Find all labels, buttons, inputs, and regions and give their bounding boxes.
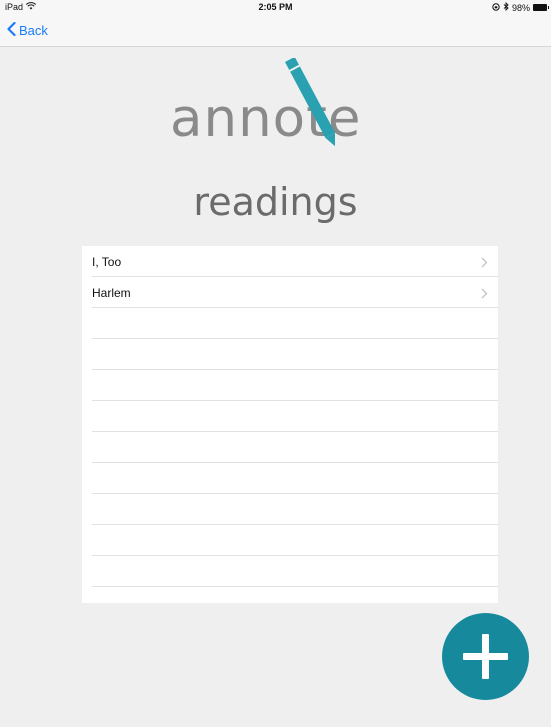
app-logo: annote bbox=[160, 56, 420, 168]
reading-row[interactable]: Harlem bbox=[82, 277, 498, 308]
navigation-bar: Back bbox=[0, 14, 551, 47]
pencil-icon bbox=[265, 56, 337, 168]
back-label: Back bbox=[19, 23, 48, 38]
empty-row bbox=[82, 339, 498, 370]
empty-row bbox=[82, 556, 498, 587]
status-right: 98% bbox=[492, 1, 549, 13]
orientation-lock-icon bbox=[492, 2, 500, 13]
empty-row bbox=[82, 432, 498, 463]
battery-percent: 98% bbox=[511, 2, 530, 13]
status-bar: iPad 2:05 PM 98% bbox=[0, 0, 551, 14]
page-title: readings bbox=[193, 180, 358, 224]
empty-row bbox=[82, 525, 498, 556]
reading-title: I, Too bbox=[92, 255, 122, 269]
row-separator bbox=[92, 586, 498, 587]
bluetooth-icon bbox=[503, 1, 509, 13]
empty-row bbox=[82, 308, 498, 339]
add-reading-button[interactable] bbox=[442, 613, 529, 700]
chevron-right-icon bbox=[481, 255, 488, 273]
chevron-left-icon bbox=[7, 21, 16, 39]
reading-row[interactable]: I, Too bbox=[82, 246, 498, 277]
plus-icon bbox=[442, 634, 529, 704]
empty-row bbox=[82, 401, 498, 432]
empty-row bbox=[82, 370, 498, 401]
empty-row bbox=[82, 463, 498, 494]
battery-icon bbox=[533, 4, 549, 11]
chevron-right-icon bbox=[481, 286, 488, 304]
back-button[interactable]: Back bbox=[7, 21, 48, 39]
readings-table: I, Too Harlem bbox=[82, 246, 498, 603]
status-time: 2:05 PM bbox=[258, 2, 293, 12]
reading-title: Harlem bbox=[92, 286, 131, 300]
empty-row bbox=[82, 494, 498, 525]
